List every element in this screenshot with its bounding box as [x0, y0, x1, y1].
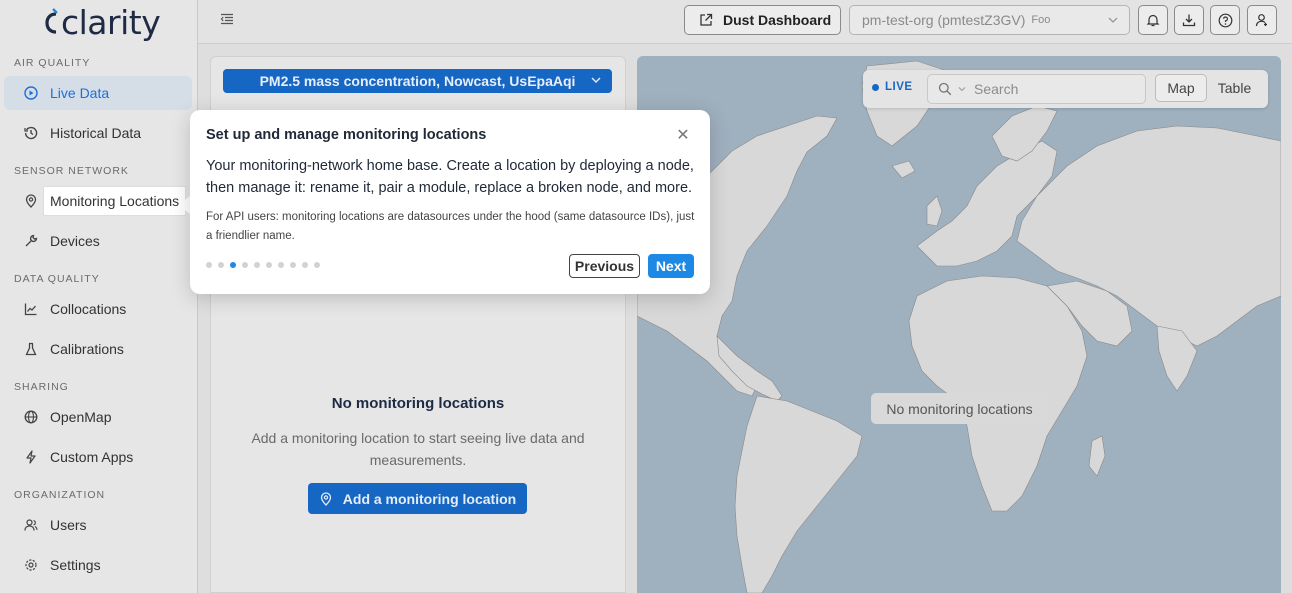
gear-icon [24, 558, 38, 572]
external-link-icon [700, 13, 713, 26]
users-icon [24, 518, 38, 532]
chevron-down-icon [958, 87, 966, 92]
view-toggle: Map Table [1155, 74, 1262, 102]
section-label-sensor-network: SENSOR NETWORK [14, 165, 129, 177]
location-pin-icon [24, 194, 38, 208]
tour-step-dot [254, 262, 260, 268]
tour-progress-dots [206, 262, 326, 268]
tour-previous-button[interactable]: Previous [569, 254, 640, 278]
help-button[interactable] [1210, 5, 1240, 35]
sidebar-item-label: Live Data [50, 85, 110, 101]
sidebar-item-label: Collocations [50, 301, 127, 317]
dust-dashboard-label: Dust Dashboard [723, 12, 832, 28]
clarity-logo[interactable]: clarity [44, 2, 161, 42]
sidebar-item-calibrations[interactable]: Calibrations [4, 332, 192, 366]
sidebar-item-label: Monitoring Locations [44, 187, 186, 215]
sidebar-item-openmap[interactable]: OpenMap [4, 400, 192, 434]
section-label-air-quality: AIR QUALITY [14, 57, 91, 69]
add-monitoring-location-label: Add a monitoring location [342, 490, 517, 507]
tour-next-button[interactable]: Next [648, 254, 694, 278]
chevron-down-icon [591, 77, 601, 83]
wrench-icon [24, 234, 38, 248]
sidebar-item-custom-apps[interactable]: Custom Apps [4, 440, 192, 474]
sidebar-item-label: Devices [50, 233, 100, 249]
sidebar-item-settings[interactable]: Settings [4, 548, 192, 582]
map-search-input[interactable]: Search [927, 74, 1146, 104]
metric-select[interactable]: PM2.5 mass concentration, Nowcast, UsEpa… [223, 69, 612, 93]
tour-step-dot [230, 262, 236, 268]
tour-step-dot [290, 262, 296, 268]
tour-popover-arrow [178, 196, 190, 214]
map-empty-label: No monitoring locations [871, 393, 1048, 424]
tour-step-dot [242, 262, 248, 268]
play-circle-icon [24, 86, 38, 100]
sidebar-item-monitoring-locations[interactable]: Monitoring Locations [4, 184, 192, 218]
tour-body: Your monitoring-network home base. Creat… [206, 158, 694, 196]
tour-step-dot [278, 262, 284, 268]
flask-icon [24, 342, 38, 356]
map-search-placeholder: Search [974, 81, 1019, 97]
empty-state-description: Add a monitoring location to start seein… [251, 430, 585, 468]
account-button[interactable] [1247, 5, 1277, 35]
add-monitoring-location-button[interactable]: Add a monitoring location [308, 483, 527, 514]
user-icon [1255, 14, 1267, 27]
tour-step-dot [218, 262, 224, 268]
sidebar-item-label: Historical Data [50, 125, 142, 141]
sidebar-item-label: OpenMap [50, 409, 112, 425]
live-dot-icon [872, 83, 879, 91]
notifications-button[interactable] [1138, 5, 1168, 35]
sidebar: clarity AIR QUALITY Live Data Historical… [0, 0, 198, 593]
sidebar-item-historical-data[interactable]: Historical Data [4, 116, 192, 150]
sidebar-item-label: Custom Apps [50, 449, 134, 465]
search-icon [938, 82, 952, 96]
clarity-logo-text: clarity [61, 2, 161, 42]
sidebar-item-label: Settings [50, 557, 101, 573]
sidebar-item-users[interactable]: Users [4, 508, 192, 542]
org-select[interactable]: pm-test-org (pmtestZ3GV) Foo [849, 5, 1130, 35]
world-map[interactable] [637, 56, 1281, 593]
download-button[interactable] [1174, 5, 1204, 35]
clarity-logo-icon [45, 8, 58, 34]
section-label-organization: ORGANIZATION [14, 489, 106, 501]
lightning-icon [24, 450, 38, 464]
tour-note: For API users: monitoring locations are … [206, 211, 695, 242]
tour-step-dot [206, 262, 212, 268]
map-land-shapes [637, 60, 1281, 593]
chevron-down-icon [1108, 17, 1118, 23]
bell-icon [1146, 14, 1160, 27]
live-indicator: LIVE [872, 81, 913, 93]
globe-icon [24, 410, 38, 424]
org-select-sub: Foo [1031, 14, 1051, 26]
tab-table[interactable]: Table [1207, 74, 1262, 102]
org-select-value: pm-test-org (pmtestZ3GV) [862, 12, 1026, 28]
tab-map[interactable]: Map [1155, 74, 1207, 102]
tour-title: Set up and manage monitoring locations [206, 127, 487, 143]
live-label: LIVE [885, 81, 913, 93]
empty-state-title: No monitoring locations [331, 395, 505, 412]
dust-dashboard-button[interactable]: Dust Dashboard [684, 5, 841, 35]
sidebar-item-devices[interactable]: Devices [4, 224, 192, 258]
location-pin-icon [320, 491, 331, 506]
tour-step-dot [302, 262, 308, 268]
sidebar-item-label: Calibrations [50, 341, 124, 357]
close-icon[interactable]: ✕ [676, 128, 690, 144]
sidebar-item-collocations[interactable]: Collocations [4, 292, 192, 326]
tour-step-dot [314, 262, 320, 268]
sidebar-item-label: Users [50, 517, 87, 533]
help-icon [1218, 13, 1232, 27]
section-label-data-quality: DATA QUALITY [14, 273, 100, 285]
collapse-sidebar-icon[interactable] [220, 12, 234, 26]
download-icon [1182, 14, 1196, 27]
line-chart-icon [24, 302, 38, 316]
history-icon [24, 126, 38, 140]
section-label-sharing: SHARING [14, 381, 69, 393]
metric-select-value: PM2.5 mass concentration, Nowcast, UsEpa… [259, 73, 576, 89]
sidebar-item-live-data[interactable]: Live Data [4, 76, 192, 110]
tour-step-dot [266, 262, 272, 268]
